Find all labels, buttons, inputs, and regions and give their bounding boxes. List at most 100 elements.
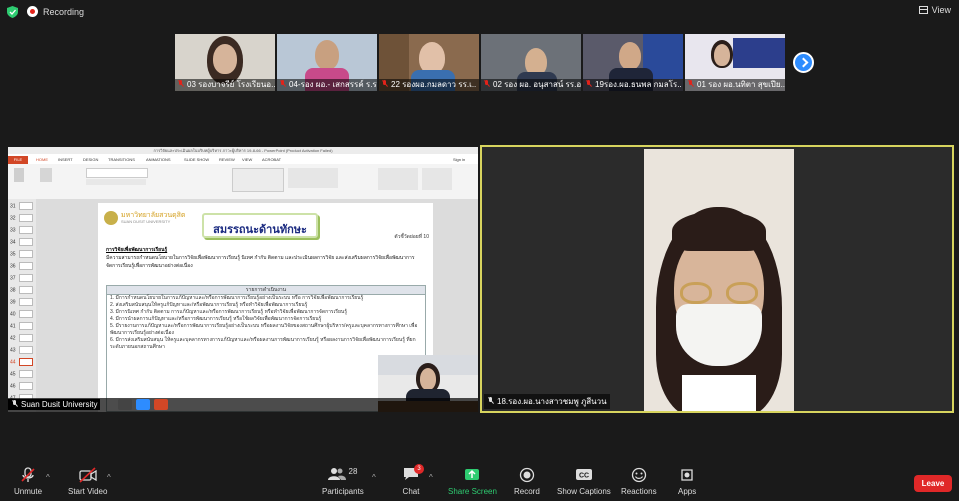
participant-tile[interactable]: 02 รอง ผอ. อนุสาสน์ รร.อ.. [481, 34, 581, 91]
participant-name: 03 รองบาจรีย์ โรงเรียนอ.. [175, 79, 275, 91]
top-bar: Recording View [0, 0, 959, 24]
participant-strip: 03 รองบาจรีย์ โรงเรียนอ.. 04-รอง ผอ.- เส… [175, 34, 785, 91]
slide-thumb[interactable]: 36 [10, 262, 33, 270]
slide-thumb[interactable]: 40 [10, 310, 33, 318]
tab-design[interactable]: DESIGN [83, 157, 98, 162]
slide-thumb[interactable]: 38 [10, 286, 33, 294]
next-page-arrow-icon[interactable] [793, 52, 814, 73]
slide-thumb[interactable]: 35 [10, 250, 33, 258]
tab-home[interactable]: HOME [36, 157, 48, 162]
chat-icon: 3 [402, 464, 424, 483]
taskbar-icons [118, 399, 168, 410]
tab-transitions[interactable]: TRANSITIONS [108, 157, 135, 162]
tab-acrobat[interactable]: ACROBAT [262, 157, 281, 162]
recording-label: Recording [43, 7, 85, 17]
taskbar-app-icon [118, 399, 132, 410]
slide-thumb[interactable]: 39 [10, 298, 33, 306]
university-logo-icon [104, 211, 118, 225]
audio-options-chevron-icon[interactable]: ^ [46, 473, 50, 482]
reactions-label: Reactions [621, 487, 657, 496]
tab-file[interactable]: FILE [8, 156, 28, 164]
tab-animations[interactable]: ANIMATIONS [146, 157, 171, 162]
participant-tile[interactable]: 04-รอง ผอ.- เสกสรรค์ ร.ร.. [277, 34, 377, 91]
record-icon [519, 467, 535, 483]
tab-review[interactable]: REVIEW [219, 157, 235, 162]
reactions-button[interactable]: Reactions [621, 467, 657, 496]
speaker-name-label: 18.รอง.ผอ.นางสาวชมพู ภูสีนวน [484, 394, 610, 409]
view-label: View [931, 5, 951, 15]
slide-thumb[interactable]: 32 [10, 214, 33, 222]
logo-subtext: SUAN DUSIT UNIVERSITY [121, 219, 171, 224]
apps-label: Apps [678, 487, 697, 496]
captions-icon: CC [575, 469, 592, 480]
slide-indicator: ตัวชี้วัดย่อยที่ 10 [394, 234, 429, 240]
grid-view-icon [918, 6, 928, 14]
unmute-label: Unmute [14, 487, 43, 496]
slide-thumb[interactable]: 43 [10, 346, 33, 354]
participants-button[interactable]: 28 Participants [322, 467, 364, 496]
table-row: 3. มีการนิเทศ กำกับ ติดตาม การแก้ปัญหาแล… [110, 309, 348, 315]
slide-title-box: สมรรถนะด้านทักษะ [202, 213, 318, 238]
record-button[interactable]: Record [514, 467, 540, 496]
slide-thumb[interactable]: 46 [10, 382, 33, 390]
slide-thumb[interactable]: 33 [10, 226, 33, 234]
share-screen-button[interactable]: Share Screen [448, 467, 497, 496]
show-captions-button[interactable]: CC Show Captions [557, 467, 611, 496]
slide-title: สมรรถนะด้านทักษะ [213, 224, 307, 236]
slide-thumb[interactable]: 34 [10, 238, 33, 246]
share-screen-icon [465, 469, 480, 480]
participant-tile[interactable]: 22 รองผอ.กมลดาว รร.เ.. [379, 34, 479, 91]
participants-icon: 28 [323, 467, 363, 483]
participants-label: Participants [322, 487, 364, 496]
video-options-chevron-icon[interactable]: ^ [107, 473, 111, 482]
view-button[interactable]: View [918, 5, 951, 15]
participant-name: 19รอง.ผอ.ธนพล กมลโร.. [583, 79, 683, 91]
muted-mic-icon [177, 80, 184, 88]
active-speaker-video[interactable]: 18.รอง.ผอ.นางสาวชมพู ภูสีนวน [480, 145, 954, 413]
slide-thumb[interactable]: 37 [10, 274, 33, 282]
participant-tile[interactable]: 03 รองบาจรีย์ โรงเรียนอ.. [175, 34, 275, 91]
share-screen-label: Share Screen [448, 487, 497, 496]
tab-insert[interactable]: INSERT [58, 157, 73, 162]
slide-thumb[interactable]: 31 [10, 202, 33, 210]
video-off-icon [79, 467, 97, 483]
slide-heading: การวิจัยเพื่อพัฒนาการเรียนรู้ [106, 247, 168, 253]
participant-name: 04-รอง ผอ.- เสกสรรค์ ร.ร.. [277, 79, 377, 91]
table-row: 1. มีการกำหนดนโยบายในการแก้ปัญหาและ/หรือ… [110, 295, 364, 301]
leave-button[interactable]: Leave [914, 475, 952, 492]
zoom-app-icon [136, 399, 150, 410]
show-captions-label: Show Captions [557, 487, 611, 496]
start-video-label: Start Video [68, 487, 108, 496]
chat-chevron-icon[interactable]: ^ [429, 473, 433, 482]
slide-thumb[interactable]: 42 [10, 334, 33, 342]
table-row: 4. มีการนำผลการแก้ปัญหาและ/หรือการพัฒนาก… [110, 316, 322, 322]
participants-chevron-icon[interactable]: ^ [372, 473, 376, 482]
mic-muted-icon [21, 467, 35, 482]
muted-mic-icon [585, 80, 592, 88]
security-shield-icon[interactable] [7, 6, 18, 18]
participant-tile[interactable]: 01 รอง ผอ.นทิตา สุขเปีย.. [685, 34, 785, 91]
table-header: รายการดำเนินงาน [106, 285, 426, 295]
sign-in-link[interactable]: Sign in [453, 157, 465, 162]
slide-thumb[interactable]: 45 [10, 370, 33, 378]
meeting-toolbar: Unmute ^ Start Video ^ 28 Participants ^… [0, 461, 959, 501]
muted-mic-icon [381, 80, 388, 88]
participant-tile[interactable]: 19รอง.ผอ.ธนพล กมลโร.. [583, 34, 683, 91]
apps-button[interactable]: Apps [678, 467, 696, 496]
table-row: 6. มีการส่งเสริมสนับสนุน ให้ครูและบุคลาก… [110, 337, 416, 350]
tab-view[interactable]: VIEW [242, 157, 252, 162]
slide-thumb[interactable]: 41 [10, 322, 33, 330]
mic-icon [11, 400, 18, 408]
unmute-button[interactable]: Unmute [14, 467, 42, 496]
slide-thumb-active[interactable]: 44 [10, 358, 33, 366]
recording-icon [27, 6, 38, 17]
reactions-smiley-icon [631, 467, 646, 483]
muted-mic-icon [687, 80, 694, 88]
muted-mic-icon [279, 80, 286, 88]
table-row: 5. มีรายงานการแก้ปัญหาและ/หรือการพัฒนากา… [110, 323, 418, 336]
start-video-button[interactable]: Start Video [68, 467, 107, 496]
app-title-bar: การวิจัยและประเมินผลในบริบทผู้บริหาร ภาว… [8, 147, 478, 154]
chat-button[interactable]: 3 Chat [402, 464, 424, 496]
tab-slide-show[interactable]: SLIDE SHOW [184, 157, 209, 162]
slide-thumbnails: 31 32 33 34 35 36 37 38 39 40 41 42 43 4… [8, 199, 36, 412]
